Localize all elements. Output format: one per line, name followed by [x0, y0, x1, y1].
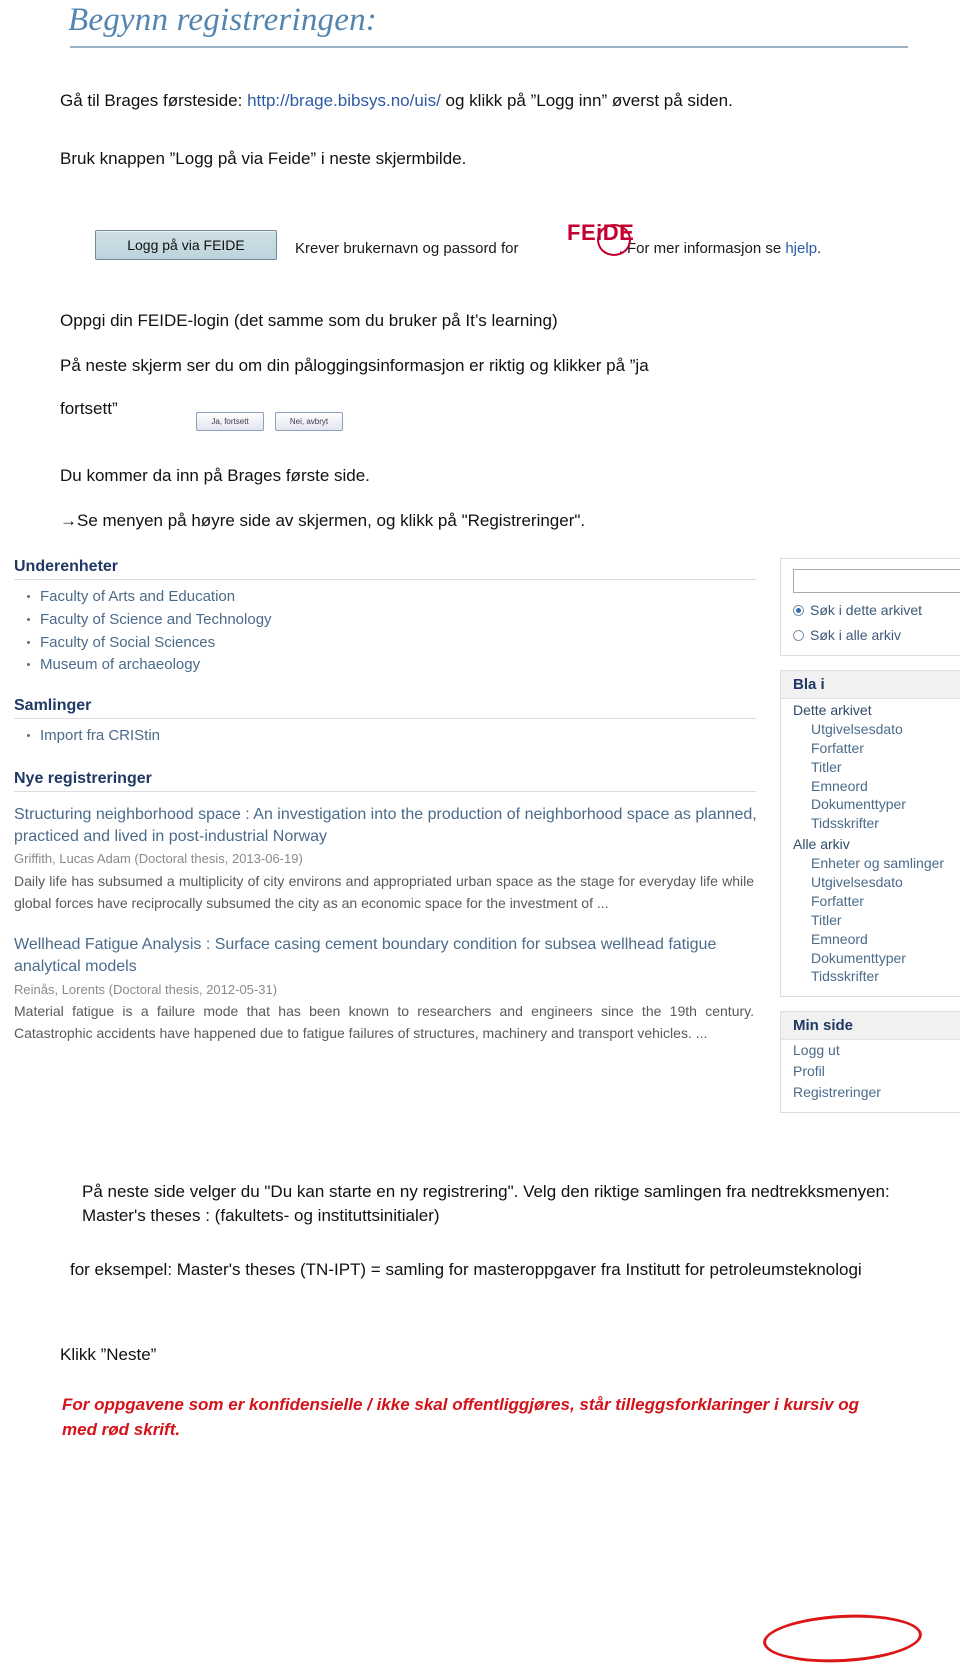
search-scope-label: Søk i dette arkivet	[810, 602, 923, 618]
paragraph-example-collection: for eksempel: Master's theses (TN-IPT) =…	[70, 1260, 862, 1279]
paragraph-klikk-neste: Klikk ”Neste”	[60, 1345, 157, 1364]
list-item-label: Faculty of Science and Technology	[40, 610, 272, 628]
browse-panel-heading: Bla i	[781, 671, 960, 699]
page-title-text: Begynn registreringen:	[68, 2, 377, 38]
paragraph-feide-login: Oppgi din FEIDE-login (det samme som du …	[60, 311, 558, 330]
registration-entry: Wellhead Fatigue Analysis : Surface casi…	[14, 934, 766, 1044]
radio-selected-icon	[793, 604, 804, 616]
paragraph-fortsett: fortsett”	[60, 399, 118, 418]
annotation-circle-registreringer	[761, 1610, 924, 1666]
list-item[interactable]: Museum of archaeology	[27, 654, 766, 677]
my-page-panel: Min side Logg ut Profil Registreringer	[780, 1011, 960, 1114]
search-scope-this-archive[interactable]: Søk i dette arkivet	[793, 602, 960, 618]
brage-underenheter-list: Faculty of Arts and Education Faculty of…	[14, 586, 766, 677]
brage-main-column: Underenheter Faculty of Arts and Educati…	[14, 558, 766, 1045]
feide-help-text: Krever brukernavn og passord for . For m…	[295, 240, 821, 257]
brage-heading-underenheter: Underenheter	[14, 558, 756, 580]
brage-samlinger-list: Import fra CRIStin	[14, 725, 766, 748]
paragraph-confidential-warning: For oppgavene som er konfidensielle / ik…	[62, 1395, 860, 1439]
registration-title[interactable]: Wellhead Fatigue Analysis : Surface casi…	[14, 934, 766, 978]
browse-item[interactable]: Utgivelsesdato	[781, 873, 960, 892]
browse-item[interactable]: Forfatter	[781, 739, 960, 758]
feide-logo: FEiDE	[567, 220, 655, 256]
radio-unselected-icon	[793, 629, 804, 641]
title-divider	[70, 46, 908, 48]
feide-login-screenshot: Logg på via FEIDE Krever brukernavn og p…	[95, 220, 895, 278]
my-page-item-logg-ut[interactable]: Logg ut	[781, 1040, 960, 1061]
paragraph-1-part-b: og klikk på ”Logg inn” øverst på siden.	[440, 91, 733, 110]
my-page-heading: Min side	[781, 1012, 960, 1041]
my-page-item-registreringer[interactable]: Registreringer	[781, 1082, 960, 1103]
browse-panel: Bla i Dette arkivet Utgivelsesdato Forfa…	[780, 670, 960, 998]
feide-text-before: Krever brukernavn og passord for	[295, 240, 519, 257]
browse-item[interactable]: Dokumenttyper	[781, 949, 960, 968]
paragraph-next-screen: På neste skjerm ser du om din påloggings…	[60, 356, 649, 375]
brage-heading-samlinger: Samlinger	[14, 697, 756, 720]
browse-item[interactable]: Emneord	[781, 777, 960, 796]
feide-logo-ring-icon	[597, 224, 631, 256]
registration-entry: Structuring neighborhood space : An inve…	[14, 804, 766, 914]
list-item-label: Faculty of Social Sciences	[40, 633, 216, 651]
registration-meta: Griffith, Lucas Adam (Doctoral thesis, 2…	[14, 851, 303, 867]
logg-paa-via-feide-button[interactable]: Logg på via FEIDE	[95, 230, 277, 260]
paragraph-goto-brage: Gå til Brages førsteside: http://brage.b…	[60, 90, 733, 113]
list-item[interactable]: Faculty of Arts and Education	[27, 586, 766, 609]
paragraph-choose-collection: På neste side velger du "Du kan starte e…	[82, 1182, 890, 1226]
list-item-label: Faculty of Arts and Education	[40, 588, 236, 605]
feide-text-end: .	[817, 240, 822, 257]
paragraph-1-part-a: Gå til Brages førsteside:	[60, 91, 248, 110]
browse-item[interactable]: Forfatter	[781, 892, 960, 911]
page-title: Begynn registreringen:	[68, 2, 377, 39]
paragraph-see-menu: →Se menyen på høyre side av skjermen, og…	[60, 511, 586, 530]
list-item-label: Import fra CRIStin	[40, 727, 161, 745]
browse-item[interactable]: Enheter og samlinger	[781, 854, 960, 873]
browse-item[interactable]: Tidsskrifter	[781, 814, 960, 833]
feide-hjelp-link[interactable]: hjelp	[785, 240, 817, 257]
registration-abstract: Daily life has subsumed a multiplicity o…	[14, 872, 754, 911]
browse-item[interactable]: Utgivelsesdato	[781, 720, 960, 739]
list-item[interactable]: Faculty of Social Sciences	[27, 632, 766, 655]
document-page: Begynn registreringen: Gå til Brages før…	[0, 0, 960, 1666]
paragraph-use-feide-button: Bruk knappen ”Logg på via Feide” i neste…	[60, 149, 467, 168]
ja-fortsett-button[interactable]: Ja, fortsett	[196, 412, 264, 431]
registration-abstract: Material fatigue is a failure mode that …	[14, 1003, 754, 1042]
search-scope-label: Søk i alle arkiv	[810, 627, 902, 643]
brage-screenshot: Underenheter Faculty of Arts and Educati…	[14, 558, 960, 1666]
list-item[interactable]: Import fra CRIStin	[27, 725, 766, 748]
browse-group-dette-arkivet: Dette arkivet	[793, 702, 872, 718]
browse-group-alle-arkiv: Alle arkiv	[793, 836, 850, 853]
my-page-item-profil[interactable]: Profil	[781, 1061, 960, 1082]
browse-item[interactable]: Emneord	[781, 930, 960, 949]
browse-item[interactable]: Titler	[781, 911, 960, 930]
list-item-label: Museum of archaeology	[40, 656, 201, 674]
list-item[interactable]: Faculty of Science and Technology	[27, 609, 766, 632]
search-scope-all-archives[interactable]: Søk i alle arkiv	[793, 627, 960, 643]
brage-url-link[interactable]: http://brage.bibsys.no/uis/	[247, 91, 441, 110]
browse-item[interactable]: Tidsskrifter	[781, 967, 960, 986]
registration-meta: Reinås, Lorents (Doctoral thesis, 2012-0…	[14, 981, 278, 997]
search-panel: Søk i dette arkivet Søk i alle arkiv	[780, 558, 960, 656]
paragraph-brage-first-page: Du kommer da inn på Brages første side.	[60, 466, 370, 485]
browse-item[interactable]: Titler	[781, 758, 960, 777]
browse-item[interactable]: Dokumenttyper	[781, 795, 960, 814]
nei-avbryt-button[interactable]: Nei, avbryt	[275, 412, 343, 431]
brage-heading-nye-registreringer: Nye registreringer	[14, 770, 756, 792]
confirm-buttons-screenshot: Ja, fortsett Nei, avbryt	[196, 412, 354, 436]
registration-title[interactable]: Structuring neighborhood space : An inve…	[14, 804, 766, 848]
brage-sidebar: Søk i dette arkivet Søk i alle arkiv Bla…	[761, 558, 960, 1666]
search-input[interactable]	[793, 569, 960, 593]
